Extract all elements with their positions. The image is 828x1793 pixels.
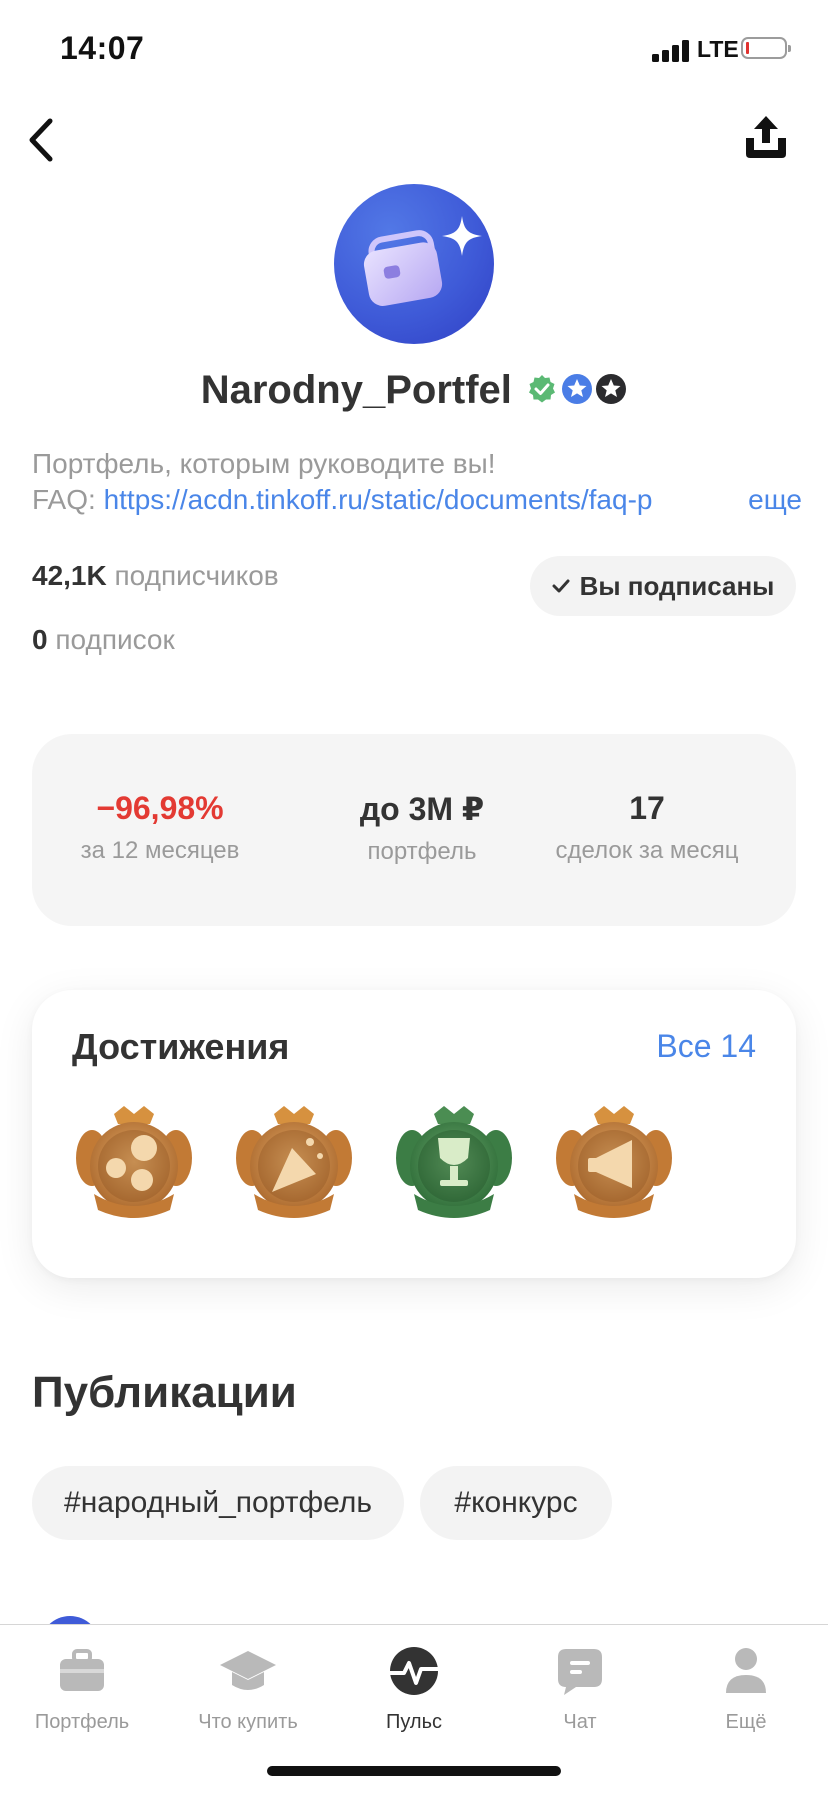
- tab-portfolio[interactable]: Портфель: [2, 1641, 162, 1734]
- achievements-all-link[interactable]: Все 14: [656, 1028, 756, 1065]
- stat-portfolio: до 3M ₽ портфель: [322, 790, 522, 866]
- badges: [528, 373, 627, 409]
- stat-deals-label: сделок за месяц: [555, 837, 739, 864]
- followers-count[interactable]: 42,1K подписчиков: [32, 560, 279, 592]
- star-badge-blue-icon: [561, 373, 592, 404]
- stat-return: −96,98% за 12 месяцев: [80, 790, 240, 865]
- chat-icon: [558, 1649, 602, 1695]
- tab-more[interactable]: Ещё: [666, 1641, 826, 1734]
- tag-konkurs[interactable]: #конкурс: [420, 1466, 612, 1540]
- home-indicator[interactable]: [267, 1766, 561, 1776]
- briefcase-sparkle-icon: [363, 216, 482, 306]
- pulse-icon: [388, 1647, 440, 1695]
- back-button[interactable]: [22, 115, 72, 165]
- status-bar: 14:07 LTE: [0, 0, 828, 100]
- signal-strength-icon: [652, 40, 692, 62]
- tab-portfolio-label: Портфель: [34, 1711, 130, 1733]
- username-row: Narodny_Portfel: [0, 368, 828, 420]
- stat-portfolio-label: портфель: [367, 838, 477, 865]
- likes-medal-icon[interactable]: [72, 1102, 196, 1226]
- share-icon: [746, 116, 786, 158]
- tag-narodny-portfel[interactable]: #народный_портфель: [32, 1466, 404, 1540]
- tab-chat-label: Чат: [563, 1711, 597, 1733]
- tab-chat[interactable]: Чат: [500, 1641, 660, 1734]
- graduation-cap-icon: [220, 1651, 276, 1690]
- bio-link[interactable]: https://acdn.tinkoff.ru/static/documents…: [104, 484, 653, 515]
- avatar: [334, 184, 494, 344]
- following-count[interactable]: 0 подписок: [32, 624, 175, 656]
- stat-deals: 17 сделок за месяц: [542, 790, 752, 865]
- tab-what-to-buy-label: Что купить: [198, 1711, 298, 1733]
- megaphone-medal-icon[interactable]: [552, 1102, 676, 1226]
- followers-label: подписчиков: [106, 560, 279, 591]
- stat-portfolio-value: до 3M ₽: [359, 791, 485, 827]
- bio-faq-label: FAQ:: [32, 484, 104, 515]
- achievements-title: Достижения: [72, 1026, 290, 1067]
- profile-more-icon: [726, 1648, 766, 1693]
- stats-card: −96,98% за 12 месяцев до 3M ₽ портфель 1…: [32, 734, 796, 926]
- following-number: 0: [32, 624, 48, 655]
- tab-pulse[interactable]: Пульс: [334, 1641, 494, 1734]
- star-badge-dark-icon: [596, 373, 627, 404]
- stat-return-label: за 12 месяцев: [80, 837, 240, 864]
- stat-deals-value: 17: [629, 790, 665, 826]
- status-time: 14:07: [60, 30, 145, 66]
- publications-title: Публикации: [32, 1368, 297, 1417]
- battery-icon: [741, 37, 791, 59]
- achievements-card: Достижения Все 14: [32, 990, 796, 1278]
- username: Narodny_Portfel: [200, 368, 512, 412]
- tab-more-label: Ещё: [725, 1711, 767, 1733]
- subscribed-button[interactable]: Вы подписаны: [530, 556, 796, 616]
- chevron-left-icon: [29, 118, 53, 162]
- checkmark-icon: [552, 579, 570, 593]
- verified-badge-icon: [529, 374, 556, 402]
- bio-text: Портфель, которым руководите вы!: [32, 448, 496, 479]
- trophy-medal-icon[interactable]: [392, 1102, 516, 1226]
- profile-bio: Портфель, которым руководите вы! FAQ: ht…: [32, 446, 802, 518]
- bio-more-link[interactable]: еще: [708, 482, 802, 518]
- briefcase-icon: [60, 1649, 104, 1691]
- tab-what-to-buy[interactable]: Что купить: [168, 1641, 328, 1734]
- tab-pulse-label: Пульс: [385, 1711, 443, 1733]
- following-label: подписок: [47, 624, 175, 655]
- network-type: LTE: [697, 36, 739, 62]
- party-medal-icon[interactable]: [232, 1102, 356, 1226]
- stat-return-value: −96,98%: [96, 790, 224, 826]
- subscribed-label: Вы подписаны: [579, 570, 775, 601]
- share-button[interactable]: [738, 110, 794, 166]
- followers-number: 42,1K: [32, 560, 107, 591]
